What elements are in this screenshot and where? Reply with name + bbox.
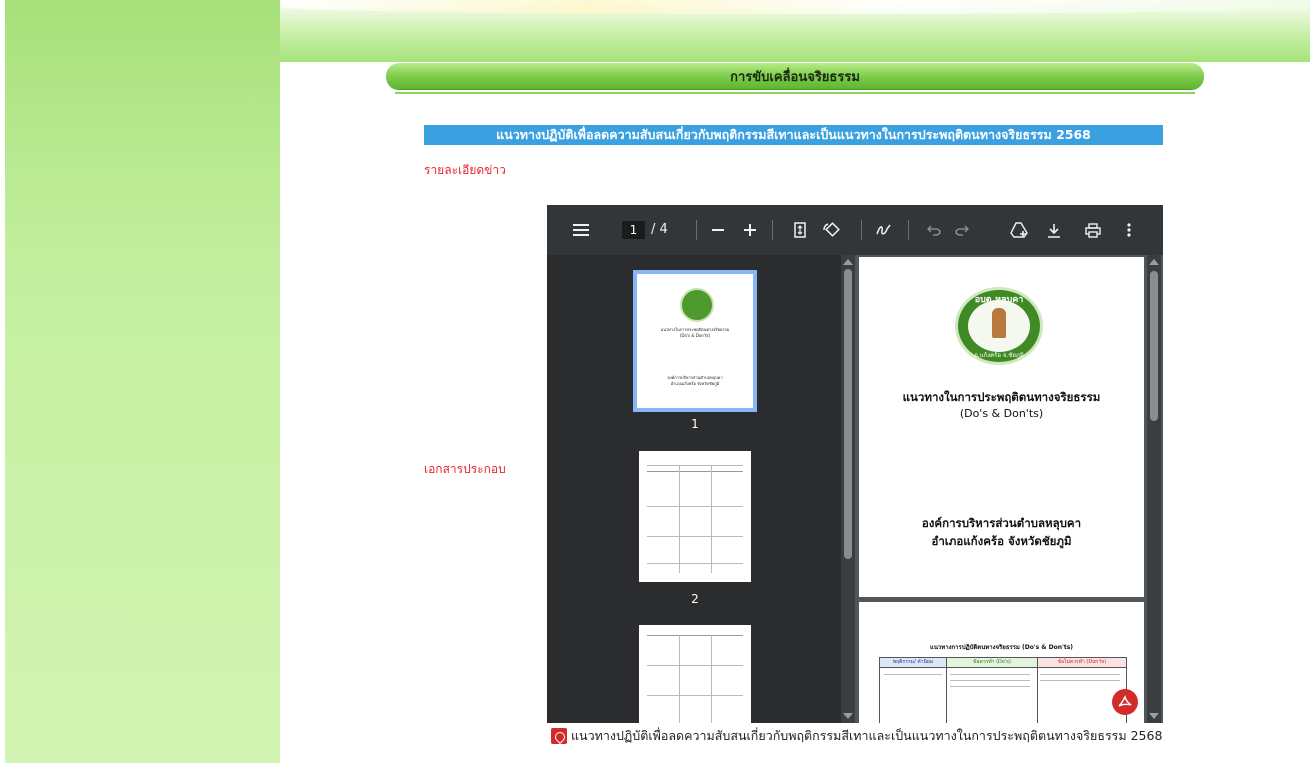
section-divider xyxy=(395,92,1195,94)
organization-seal-icon: อบต.หลุบคา อ.แก้งคร้อ จ.ชัยภูมิ xyxy=(955,287,1043,365)
page2-title: แนวทางการปฏิบัติตนทางจริยธรรม (Do's & Do… xyxy=(929,644,1074,651)
attachment-link[interactable]: แนวทางปฏิบัติเพื่อลดความสับสนเกี่ยวกับพฤ… xyxy=(551,726,1162,746)
menu-icon[interactable] xyxy=(571,218,591,242)
thumbnail-scrollbar[interactable] xyxy=(841,255,855,723)
toolbar-separator xyxy=(696,220,697,240)
thumbnail-number: 1 xyxy=(691,417,699,431)
pdf-page-2: แนวทางการปฏิบัติตนทางจริยธรรม (Do's & Do… xyxy=(859,602,1144,723)
rotate-icon[interactable] xyxy=(821,218,841,242)
redo-icon[interactable] xyxy=(953,218,971,242)
page2-table: พฤติกรรม/ คำนิยม ข้อควรทำ (Do's) ข้อไม่ค… xyxy=(879,657,1127,723)
header-banner xyxy=(280,0,1310,62)
thumbnail-pane[interactable]: แนวทางในการประพฤติตนทางจริยธรรม (Do's & … xyxy=(547,255,855,723)
scroll-down-icon[interactable] xyxy=(1149,713,1159,719)
page-scroll-thumb[interactable] xyxy=(1150,271,1158,421)
toolbar-separator xyxy=(908,220,909,240)
attachment-link-text[interactable]: แนวทางปฏิบัติเพื่อลดความสับสนเกี่ยวกับพฤ… xyxy=(571,726,1162,746)
section-header: การขับเคลื่อนจริยธรรม xyxy=(386,63,1204,89)
save-to-drive-icon[interactable] xyxy=(1009,218,1029,242)
seal-icon xyxy=(680,288,714,322)
page1-title: แนวทางในการประพฤติตนทางจริยธรรม xyxy=(902,390,1101,404)
scroll-up-icon[interactable] xyxy=(1149,259,1159,265)
fit-page-icon[interactable] xyxy=(791,218,809,242)
page-number-input[interactable]: 1 xyxy=(622,221,645,239)
page-scrollbar[interactable] xyxy=(1147,255,1161,723)
thumbnail-title: แนวทางในการประพฤติตนทางจริยธรรม xyxy=(660,327,730,332)
thumbnail-district: อำเภอแก้งคร้อ จังหวัดชัยภูมิ xyxy=(670,381,720,386)
left-sidebar-background xyxy=(5,0,280,763)
article-title: แนวทางปฏิบัติเพื่อลดความสับสนเกี่ยวกับพฤ… xyxy=(496,127,1091,142)
toolbar-separator xyxy=(861,220,862,240)
scroll-up-icon[interactable] xyxy=(843,259,853,265)
thumbnail-page-2[interactable] xyxy=(639,451,751,582)
draw-icon[interactable] xyxy=(875,218,893,242)
minus-icon[interactable] xyxy=(709,218,727,242)
article-title-bar: แนวทางปฏิบัติเพื่อลดความสับสนเกี่ยวกับพฤ… xyxy=(424,125,1163,145)
page1-district: อำเภอแก้งคร้อ จังหวัดชัยภูมิ xyxy=(931,534,1072,548)
undo-icon[interactable] xyxy=(925,218,943,242)
plus-icon[interactable] xyxy=(741,218,759,242)
pdf-viewer[interactable]: 1 / 4 แนวทางในการประพฤติตนทางจริยธรรม (D… xyxy=(547,205,1163,723)
thumbnail-page-3[interactable] xyxy=(639,625,751,723)
pdf-toolbar: 1 / 4 xyxy=(547,205,1163,255)
section-title: การขับเคลื่อนจริยธรรม xyxy=(730,69,860,85)
page1-org: องค์การบริหารส่วนตำบลหลุบคา xyxy=(921,516,1082,530)
scroll-down-icon[interactable] xyxy=(843,713,853,719)
acrobat-icon[interactable] xyxy=(1112,689,1138,715)
thumbnail-page-1[interactable]: แนวทางในการประพฤติตนทางจริยธรรม (Do's & … xyxy=(633,270,757,412)
attachments-label: เอกสารประกอบ xyxy=(424,462,506,476)
pdf-page-1: อบต.หลุบคา อ.แก้งคร้อ จ.ชัยภูมิ แนวทางใน… xyxy=(859,257,1144,597)
toolbar-separator xyxy=(772,220,773,240)
page1-subtitle: (Do's & Don'ts) xyxy=(959,407,1044,420)
thumbnail-subtitle: (Do's & Don'ts) xyxy=(679,333,711,338)
pdf-icon xyxy=(551,728,567,744)
print-icon[interactable] xyxy=(1083,218,1103,242)
download-icon[interactable] xyxy=(1045,218,1063,242)
details-label: รายละเอียดข่าว xyxy=(424,163,506,177)
page-total: / 4 xyxy=(651,222,668,237)
thumbnail-scroll-thumb[interactable] xyxy=(844,269,852,559)
thumbnail-number: 2 xyxy=(691,592,699,606)
more-vert-icon[interactable] xyxy=(1123,218,1135,242)
